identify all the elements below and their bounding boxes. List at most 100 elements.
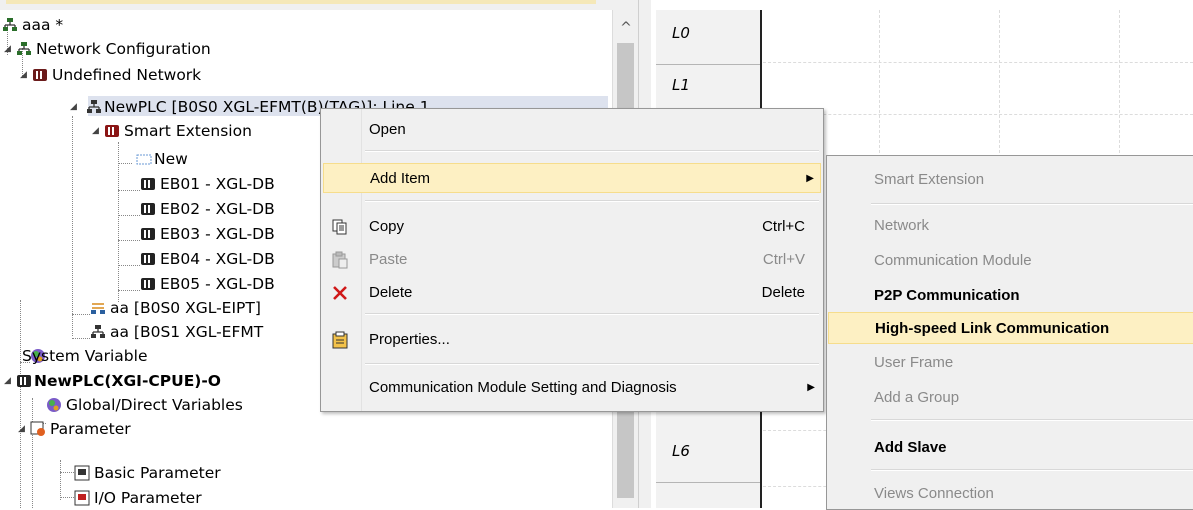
menu-item-properties[interactable]: Properties... — [323, 325, 821, 355]
tree-line — [118, 265, 140, 266]
scroll-up-arrow-icon[interactable]: ^ — [613, 18, 639, 38]
submenu-arrow-icon: ▶ — [807, 382, 815, 393]
tree-label: Basic Parameter — [94, 464, 221, 482]
tree-label: Smart Extension — [124, 122, 252, 140]
submenu-item-smart-extension[interactable]: Smart Extension — [828, 164, 1193, 196]
module-icon — [105, 125, 119, 137]
tree-label: EB02 - XGL-DB — [160, 200, 275, 218]
tree-line — [118, 215, 140, 216]
menu-item-comm-setting[interactable]: Communication Module Setting and Diagnos… — [323, 373, 821, 403]
menu-item-copy[interactable]: Copy Ctrl+C — [323, 212, 821, 242]
menu-item-label: P2P Communication — [874, 287, 1020, 304]
tree-label: EB04 - XGL-DB — [160, 250, 275, 268]
menu-item-label: Paste — [369, 251, 408, 268]
grid-line — [763, 114, 1193, 115]
delete-x-icon — [333, 286, 347, 300]
tree-label: Parameter — [50, 420, 131, 438]
submenu-item-user-frame[interactable]: User Frame — [828, 347, 1193, 379]
menu-item-label: Smart Extension — [874, 171, 985, 188]
parameter-doc-icon — [74, 465, 90, 481]
menu-item-delete[interactable]: Delete Delete — [323, 278, 821, 308]
menu-item-label: Open — [369, 121, 406, 138]
tree-label: NewPLC(XGI-CPUE)-O — [34, 372, 221, 390]
shortcut-label: Delete — [761, 284, 805, 301]
module-icon — [141, 253, 155, 265]
tree-line — [72, 314, 90, 315]
submenu-item-p2p[interactable]: P2P Communication — [828, 280, 1193, 312]
properties-clipboard-icon — [332, 331, 348, 349]
network-icon — [3, 18, 17, 31]
menu-item-add-item[interactable]: Add Item ▶ — [323, 163, 821, 193]
submenu-item-add-group[interactable]: Add a Group — [828, 382, 1193, 414]
menu-item-label: Properties... — [369, 331, 450, 348]
new-item-icon — [136, 154, 152, 165]
ladder-line-label: L6 — [656, 430, 760, 483]
ethernet-ip-icon — [91, 303, 105, 314]
tree-line — [118, 142, 119, 302]
menu-separator — [365, 150, 819, 152]
tree-line — [118, 240, 140, 241]
menu-item-label: Communication Module Setting and Diagnos… — [369, 379, 677, 396]
tree-line — [60, 497, 74, 498]
module-icon — [141, 228, 155, 240]
tree-label: EB05 - XGL-DB — [160, 275, 275, 293]
tree-label: EB01 - XGL-DB — [160, 175, 275, 193]
tree-label: Network Configuration — [36, 40, 211, 58]
module-icon — [141, 278, 155, 290]
context-menu[interactable]: Open Add Item ▶ Copy Ctrl+C Paste Ctrl+V… — [320, 108, 824, 412]
submenu-item-communication-module[interactable]: Communication Module — [828, 245, 1193, 277]
ladder-line-label: L0 — [656, 12, 760, 65]
submenu-item-views-connection[interactable]: Views Connection — [828, 478, 1193, 510]
tree-line — [20, 300, 21, 508]
tree-label: New — [154, 150, 188, 168]
tree-label: Undefined Network — [52, 66, 202, 84]
menu-item-label: Copy — [369, 218, 405, 235]
module-icon — [141, 203, 155, 215]
tree-line — [72, 338, 90, 339]
expand-toggle-icon[interactable]: ◢ — [92, 126, 100, 136]
menu-separator — [871, 469, 1193, 471]
shortcut-label: Ctrl+V — [762, 251, 805, 268]
plc-network-icon — [91, 325, 105, 338]
module-icon — [17, 375, 31, 387]
expand-toggle-icon[interactable]: ◢ — [70, 102, 78, 112]
menu-item-open[interactable]: Open — [323, 115, 821, 145]
menu-item-label: Add a Group — [874, 389, 960, 406]
expand-toggle-icon[interactable]: ◢ — [20, 70, 28, 80]
tree-label: aaa * — [22, 16, 64, 34]
tree-label: aa [B0S0 XGL-EIPT] — [110, 299, 261, 317]
expand-toggle-icon[interactable]: ◢ — [4, 44, 12, 54]
menu-separator — [365, 313, 819, 315]
menu-item-label: Delete — [369, 284, 413, 301]
tree-line — [118, 190, 140, 191]
tree-label: Global/Direct Variables — [66, 396, 243, 414]
network-icon — [17, 42, 31, 55]
submenu-item-add-slave[interactable]: Add Slave — [828, 432, 1193, 464]
tree-line — [32, 398, 33, 508]
add-item-submenu[interactable]: Smart Extension Network Communication Mo… — [826, 155, 1193, 510]
tree-line — [60, 472, 74, 473]
shortcut-label: Ctrl+C — [762, 218, 805, 235]
expand-toggle-icon[interactable]: ◢ — [18, 424, 26, 434]
tree-line — [118, 290, 140, 291]
tree-label: EB03 - XGL-DB — [160, 225, 275, 243]
menu-separator — [365, 200, 819, 202]
tree-label: aa [B0S1 XGL-EFMT — [110, 323, 264, 341]
tree-line — [60, 460, 61, 500]
expand-toggle-icon[interactable]: ◢ — [4, 376, 12, 386]
io-parameter-icon — [74, 490, 90, 506]
tree-label: System Variable — [22, 347, 148, 365]
menu-item-label: High-speed Link Communication — [875, 320, 1110, 337]
tree-line — [118, 163, 132, 164]
module-icon — [141, 178, 155, 190]
grid-line — [763, 62, 1193, 63]
menu-separator — [871, 203, 1193, 205]
top-highlight-bar — [6, 0, 596, 4]
menu-separator — [871, 419, 1193, 421]
submenu-arrow-icon: ▶ — [806, 173, 814, 184]
submenu-item-network[interactable]: Network — [828, 210, 1193, 242]
menu-item-paste[interactable]: Paste Ctrl+V — [323, 245, 821, 275]
menu-item-label: User Frame — [874, 354, 954, 371]
menu-item-label: Add Slave — [874, 439, 947, 456]
submenu-item-high-speed-link[interactable]: High-speed Link Communication — [828, 312, 1193, 344]
